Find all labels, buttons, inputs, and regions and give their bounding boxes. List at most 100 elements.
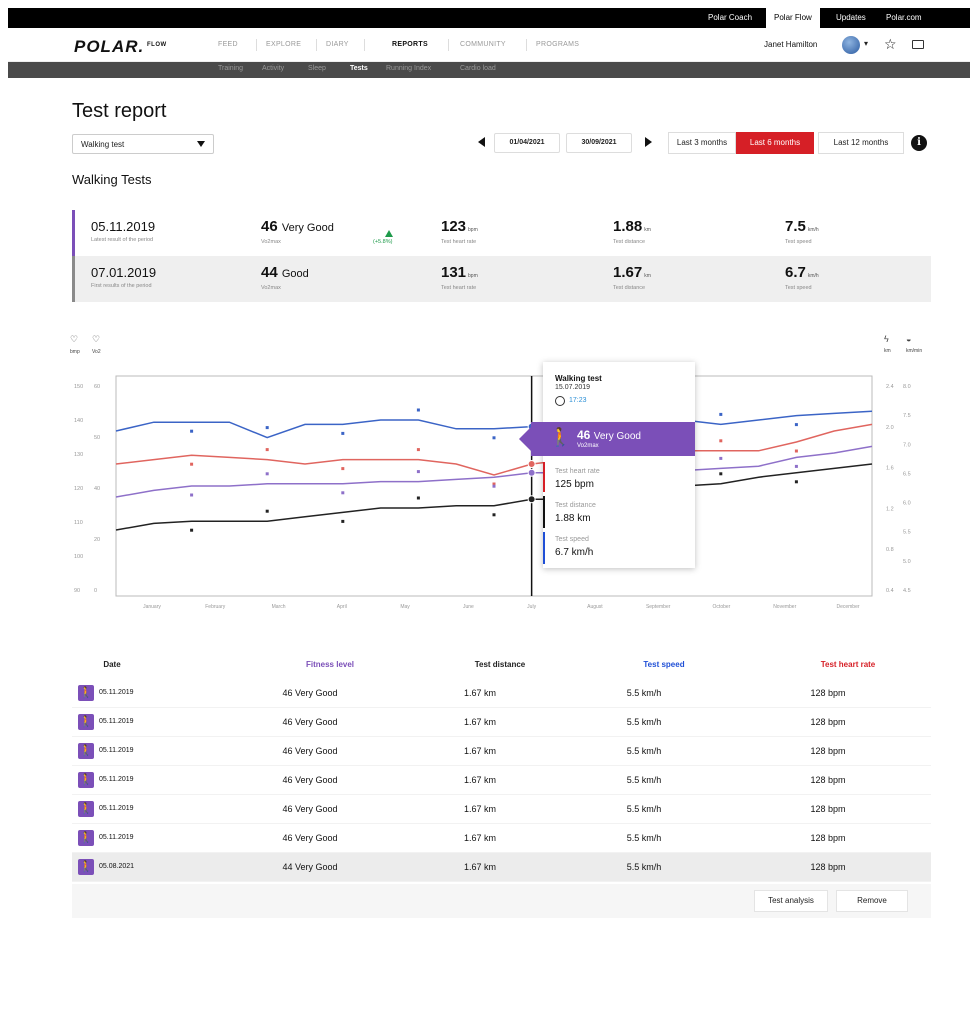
- distance-axis-icon[interactable]: ϟ km: [884, 334, 891, 354]
- subnav-tests[interactable]: Tests: [350, 65, 368, 72]
- legend-pill-distance[interactable]: DISTANCE: [240, 347, 308, 362]
- row-date: 05.11.2019: [99, 718, 134, 725]
- series-point-speed: [719, 412, 723, 416]
- row-date: 05.11.2019: [99, 805, 134, 812]
- axis-tick-month: August: [587, 604, 603, 610]
- end-date-field[interactable]: 30/09/2021: [566, 133, 632, 153]
- nav-separator: [316, 39, 317, 51]
- column-header-fitness-level[interactable]: Fitness level: [260, 660, 400, 669]
- row-date: 05.11.2019: [99, 776, 134, 783]
- walking-icon: 🚶: [78, 801, 94, 817]
- nav-community[interactable]: COMMUNITY: [460, 41, 506, 48]
- summary-date: 05.11.2019: [91, 219, 156, 234]
- row-date: 05.11.2019: [99, 834, 134, 841]
- tooltip-distance-value: 1.88 km: [555, 513, 591, 524]
- summary-distance: 1.88 km: [613, 218, 651, 235]
- row-test-heart-rate: 128 bpm: [810, 717, 846, 727]
- range-last-6-months[interactable]: Last 6 months: [736, 132, 814, 154]
- row-test-speed: 5.5 km/h: [626, 804, 662, 814]
- topbar-link-updates[interactable]: Updates: [828, 8, 874, 28]
- summary-speed: 7.5 km/h: [785, 218, 819, 235]
- axis-tick-distance: 2.0: [886, 425, 894, 431]
- nav-feed[interactable]: FEED: [218, 41, 238, 48]
- range-last-3-months[interactable]: Last 3 months: [668, 132, 736, 154]
- axis-tick-hr: 90: [74, 588, 80, 594]
- polar-logo[interactable]: POLAR.: [74, 37, 144, 57]
- test-analysis-button[interactable]: Test analysis: [754, 890, 828, 912]
- series-point-hr: [265, 448, 269, 452]
- range-last-12-months[interactable]: Last 12 months: [818, 132, 904, 154]
- nav-diary[interactable]: DIARY: [326, 41, 349, 48]
- tooltip-title: Walking test: [555, 374, 602, 383]
- nav-reports[interactable]: REPORTS: [392, 41, 428, 48]
- subnav-training[interactable]: Training: [218, 65, 243, 72]
- summary-hr-label: Test heart rate: [441, 239, 477, 245]
- hr-color-bar: [543, 462, 545, 492]
- column-header-test-distance[interactable]: Test distance: [430, 660, 570, 669]
- walking-icon: 🚶: [78, 685, 94, 701]
- nav-programs[interactable]: PROGRAMS: [536, 41, 579, 48]
- axis-tick-speed: 6.5: [903, 471, 911, 477]
- tooltip-speed-label: Test speed: [555, 536, 589, 543]
- legend-pill-vo2max[interactable]: VO2MAX: [116, 347, 180, 362]
- table-row[interactable]: 🚶 05.11.2019 46 Very Good 1.67 km 5.5 km/h 12…: [72, 824, 931, 853]
- row-test-heart-rate: 128 bpm: [810, 775, 846, 785]
- trend-up-icon: [385, 230, 393, 237]
- row-test-heart-rate: 128 bpm: [810, 862, 846, 872]
- info-icon[interactable]: i: [911, 135, 927, 151]
- subnav-running-index[interactable]: Running Index: [386, 65, 431, 72]
- table-row[interactable]: 🚶 05.11.2019 46 Very Good 1.67 km 5.5 km/h 12…: [72, 737, 931, 766]
- speed-axis-icon[interactable]: ◒ km/min: [906, 334, 922, 354]
- axis-tick-distance: 0.4: [886, 588, 894, 594]
- tooltip-value-label: Vo2max: [577, 443, 599, 449]
- test-chart[interactable]: 150 140 130 120 110 100 90 60 50 40 20 0 2.4 2.0 1.6 1.…: [66, 370, 916, 620]
- star-icon[interactable]: ☆: [884, 36, 897, 53]
- section-title: Walking Tests: [72, 172, 152, 187]
- topbar-link-polar-coach[interactable]: Polar Coach: [700, 8, 760, 28]
- prev-period-icon[interactable]: [478, 137, 485, 147]
- vo2-axis-icon[interactable]: ♡ Vo2: [92, 334, 101, 355]
- test-type-select[interactable]: Walking test: [72, 134, 214, 154]
- legend-pill-hr[interactable]: HR: [184, 347, 236, 362]
- row-date: 05.11.2019: [99, 747, 134, 754]
- series-point-vo2max: [794, 464, 798, 468]
- avatar[interactable]: [842, 36, 860, 54]
- series-point-hr: [190, 462, 194, 466]
- column-header-test-speed[interactable]: Test speed: [594, 660, 734, 669]
- axis-tick-speed: 7.5: [903, 413, 911, 419]
- column-header-test-heart-rate[interactable]: Test heart rate: [778, 660, 918, 669]
- next-period-icon[interactable]: [645, 137, 652, 147]
- topbar-link-polar-com[interactable]: Polar.com: [878, 8, 930, 28]
- table-row[interactable]: 🚶 05.08.2021 44 Very Good 1.67 km 5.5 km/h 12…: [72, 853, 931, 882]
- subnav-cardio-load[interactable]: Cardio load: [460, 65, 496, 72]
- tooltip-time[interactable]: 17:23: [569, 397, 587, 404]
- column-header-date[interactable]: Date: [72, 660, 152, 669]
- caret-down-icon[interactable]: ▾: [864, 39, 868, 48]
- trend-percent: (+5.8%): [373, 239, 393, 245]
- summary-latest: 05.11.2019 Latest result of the period 4…: [72, 210, 931, 256]
- nav-explore[interactable]: EXPLORE: [266, 41, 301, 48]
- remove-button[interactable]: Remove: [836, 890, 908, 912]
- monitor-icon[interactable]: [912, 40, 924, 49]
- table-row[interactable]: 🚶 05.11.2019 46 Very Good 1.67 km 5.5 km/h 12…: [72, 679, 931, 708]
- row-test-speed: 5.5 km/h: [626, 862, 662, 872]
- table-row[interactable]: 🚶 05.11.2019 46 Very Good 1.67 km 5.5 km/h 12…: [72, 708, 931, 737]
- nav-separator: [448, 39, 449, 51]
- topbar-link-polar-flow[interactable]: Polar Flow: [766, 8, 820, 28]
- start-date-field[interactable]: 01/04/2021: [494, 133, 560, 153]
- table-row[interactable]: 🚶 05.11.2019 46 Very Good 1.67 km 5.5 km/h 12…: [72, 766, 931, 795]
- summary-hr-label: Test heart rate: [441, 285, 477, 291]
- series-point-speed: [341, 431, 345, 435]
- table-row[interactable]: 🚶 05.11.2019 46 Very Good 1.67 km 5.5 km/h 12…: [72, 795, 931, 824]
- subnav-activity[interactable]: Activity: [262, 65, 284, 72]
- axis-tick-distance: 2.4: [886, 384, 894, 390]
- row-fitness-level: 46 Very Good: [282, 746, 338, 756]
- series-point-vo2max: [190, 493, 194, 497]
- axis-tick-month: October: [713, 604, 731, 610]
- user-name[interactable]: Janet Hamilton: [764, 40, 817, 49]
- subnav-sleep[interactable]: Sleep: [308, 65, 326, 72]
- top-bar: Polar Coach Polar Flow Updates Polar.com: [8, 8, 970, 28]
- legend-pill-speed[interactable]: SPEED: [312, 347, 376, 362]
- walking-icon: 🚶: [549, 427, 572, 447]
- heart-rate-axis-icon[interactable]: ♡ bmp: [70, 334, 80, 355]
